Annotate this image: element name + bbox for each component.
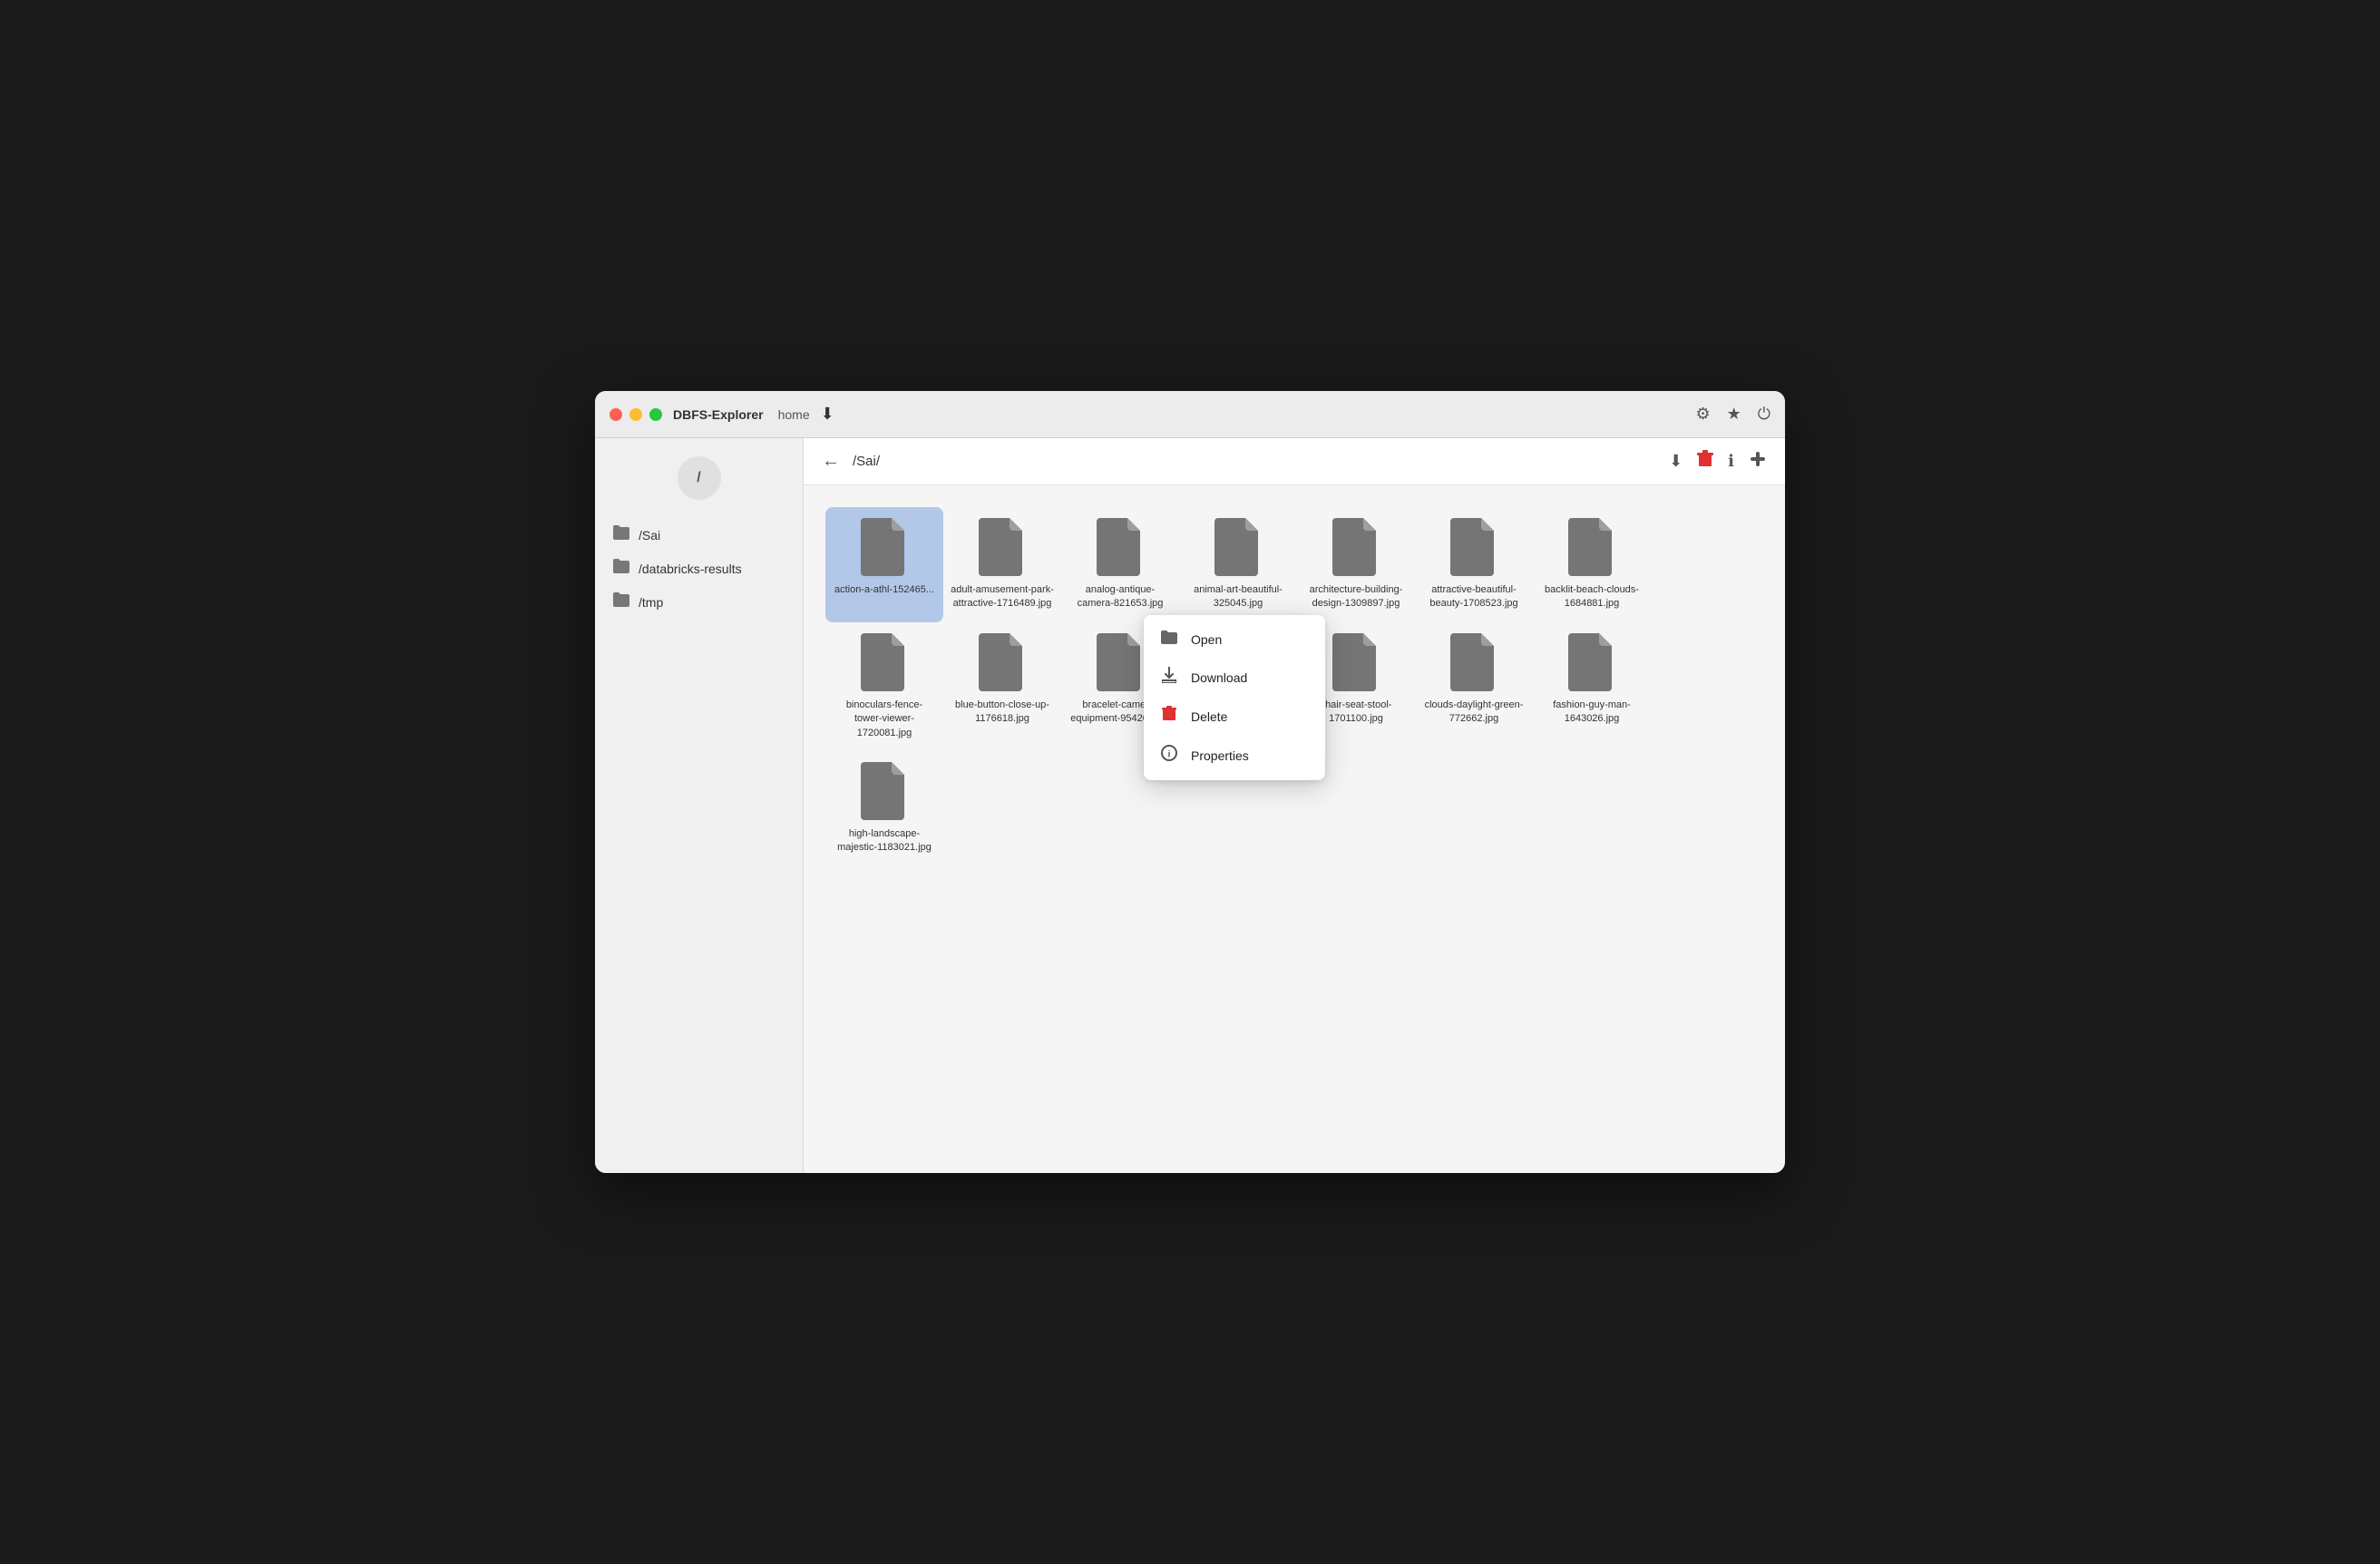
file-item[interactable]: fashion-guy-man-1643026.jpg: [1533, 622, 1651, 751]
file-name: action-a-athl-152465...: [834, 583, 934, 597]
file-name: backlit-beach-clouds-1684881.jpg: [1540, 583, 1644, 611]
file-grid: action-a-athl-152465... adult-amusement-…: [804, 485, 1785, 1173]
file-name: high-landscape-majestic-1183021.jpg: [833, 827, 936, 855]
pathbar: ← /Sai/ ⬇ ℹ: [804, 438, 1785, 485]
sidebar-item-label: /tmp: [639, 595, 663, 610]
trash-icon: [1160, 706, 1178, 727]
file-item[interactable]: blue-button-close-up-1176618.jpg: [943, 622, 1061, 751]
file-item[interactable]: architecture-building-design-1309897.jpg: [1297, 507, 1415, 622]
sidebar-item-tmp[interactable]: /tmp: [595, 585, 803, 619]
file-item[interactable]: analog-antique-camera-821653.jpg: [1061, 507, 1179, 622]
context-delete-label: Delete: [1191, 709, 1227, 724]
context-menu-open[interactable]: Open: [1144, 621, 1325, 658]
sidebar-item-label: /databricks-results: [639, 562, 742, 576]
download-icon[interactable]: ⬇: [821, 405, 834, 424]
sidebar-item-databricks[interactable]: /databricks-results: [595, 552, 803, 585]
pathbar-download-icon[interactable]: ⬇: [1669, 452, 1683, 471]
maximize-button[interactable]: [649, 408, 662, 421]
file-name: adult-amusement-park-attractive-1716489.…: [951, 583, 1054, 611]
context-download-label: Download: [1191, 670, 1247, 685]
file-name: attractive-beautiful-beauty-1708523.jpg: [1422, 583, 1526, 611]
back-button[interactable]: ←: [822, 451, 840, 472]
pathbar-delete-icon[interactable]: [1697, 450, 1713, 473]
sidebar: / /Sai /databricks-results /tmp: [595, 438, 804, 1173]
info-icon: i: [1160, 745, 1178, 766]
context-menu-properties[interactable]: i Properties: [1144, 736, 1325, 775]
file-item[interactable]: high-landscape-majestic-1183021.jpg: [825, 751, 943, 866]
folder-open-icon: [1160, 630, 1178, 649]
main-content: / /Sai /databricks-results /tmp: [595, 438, 1785, 1173]
sidebar-item-sai[interactable]: /Sai: [595, 518, 803, 552]
file-item[interactable]: action-a-athl-152465...: [825, 507, 943, 622]
pathbar-actions: ⬇ ℹ: [1669, 450, 1767, 473]
app-window: DBFS-Explorer home ⬇ ⚙ ★ ⏻ / /Sai: [595, 391, 1785, 1173]
file-name: binoculars-fence-tower-viewer-1720081.jp…: [833, 699, 936, 740]
download-icon: [1160, 667, 1178, 688]
content-area: ← /Sai/ ⬇ ℹ: [804, 438, 1785, 1173]
file-name: analog-antique-camera-821653.jpg: [1068, 583, 1172, 611]
nav-home[interactable]: home: [778, 407, 810, 422]
close-button[interactable]: [610, 408, 622, 421]
folder-icon: [613, 559, 629, 578]
file-item[interactable]: attractive-beautiful-beauty-1708523.jpg: [1415, 507, 1533, 622]
titlebar: DBFS-Explorer home ⬇ ⚙ ★ ⏻: [595, 391, 1785, 438]
folder-icon: [613, 592, 629, 611]
current-path: /Sai/: [853, 454, 1669, 469]
sidebar-root-item[interactable]: /: [678, 456, 721, 500]
pathbar-info-icon[interactable]: ℹ: [1728, 452, 1734, 471]
context-open-label: Open: [1191, 632, 1222, 647]
context-menu-delete[interactable]: Delete: [1144, 697, 1325, 736]
settings-icon[interactable]: ⚙: [1695, 405, 1710, 424]
app-title: DBFS-Explorer: [673, 407, 764, 422]
file-item[interactable]: clouds-daylight-green-772662.jpg: [1415, 622, 1533, 751]
svg-text:i: i: [1168, 750, 1171, 760]
file-name: blue-button-close-up-1176618.jpg: [951, 699, 1054, 727]
file-name: clouds-daylight-green-772662.jpg: [1422, 699, 1526, 727]
sidebar-item-label: /Sai: [639, 528, 660, 543]
context-properties-label: Properties: [1191, 748, 1249, 763]
power-icon[interactable]: ⏻: [1758, 405, 1770, 424]
star-icon[interactable]: ★: [1727, 405, 1741, 424]
context-menu: Open Download Delete i: [1144, 615, 1325, 780]
context-menu-download[interactable]: Download: [1144, 658, 1325, 697]
folder-icon: [613, 525, 629, 544]
file-item[interactable]: animal-art-beautiful-325045.jpg: [1179, 507, 1297, 622]
file-name: architecture-building-design-1309897.jpg: [1304, 583, 1408, 611]
file-item[interactable]: binoculars-fence-tower-viewer-1720081.jp…: [825, 622, 943, 751]
traffic-lights: [610, 408, 662, 421]
titlebar-right: ⚙ ★ ⏻: [1695, 405, 1770, 424]
minimize-button[interactable]: [629, 408, 642, 421]
file-item[interactable]: backlit-beach-clouds-1684881.jpg: [1533, 507, 1651, 622]
file-item[interactable]: adult-amusement-park-attractive-1716489.…: [943, 507, 1061, 622]
file-name: animal-art-beautiful-325045.jpg: [1186, 583, 1290, 611]
file-name: fashion-guy-man-1643026.jpg: [1540, 699, 1644, 727]
pathbar-add-icon[interactable]: [1749, 450, 1767, 473]
